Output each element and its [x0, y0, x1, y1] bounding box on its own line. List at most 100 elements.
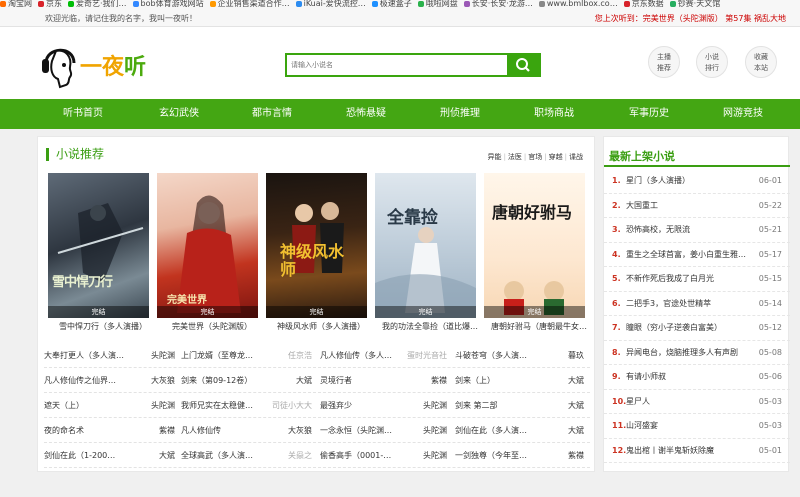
book-title[interactable]: 神级风水师（多人演播）: [266, 321, 376, 332]
latest-item-title[interactable]: 恐怖高校，无限流: [626, 218, 750, 242]
book-title[interactable]: 唐朝好驸马（唐朝最牛女…: [484, 321, 594, 332]
list-book-title[interactable]: 一剑独尊（今年至…: [455, 443, 545, 468]
list-book-title[interactable]: 凡人修仙传: [181, 418, 276, 443]
nav-zhichang[interactable]: 职场商战: [534, 99, 574, 129]
list-book-title[interactable]: 我师兄实在太稳健…: [181, 393, 276, 418]
latest-item-title[interactable]: 大国重工: [626, 194, 750, 218]
latest-item-title[interactable]: 二把手3，官途处世精萃: [626, 292, 750, 316]
list-book-title[interactable]: 全球高武（多人演…: [181, 443, 276, 468]
bookmark-item[interactable]: bob体育游戏网站: [132, 0, 204, 8]
list-book-author[interactable]: 头陀渊: [423, 443, 447, 468]
nav-dushi[interactable]: 都市言情: [252, 99, 292, 129]
list-book-title[interactable]: 夜的命名术: [44, 418, 132, 443]
search-button[interactable]: [507, 55, 539, 75]
list-book-author[interactable]: 大灰狼: [288, 418, 312, 443]
list-book-title[interactable]: 遮天（上）: [44, 393, 132, 418]
list-book-title[interactable]: 剑来 第二部: [455, 393, 545, 418]
list-book-author[interactable]: 大灰狼: [151, 368, 175, 393]
list-book-title[interactable]: 剑仙在此（1-200…: [44, 443, 132, 468]
latest-item-title[interactable]: 星门（多人演播）: [626, 169, 750, 193]
latest-item[interactable]: 8. 异闻电台，烧脑推理多人有声剧 05-08: [604, 341, 790, 365]
latest-item[interactable]: 5. 不新作死后我成了白月光 05-15: [604, 267, 790, 292]
last-episode[interactable]: 第57集: [725, 14, 751, 23]
list-book-title[interactable]: 凡人修仙传（多人…: [320, 343, 408, 368]
book-title[interactable]: 完美世界（头陀渊版）: [157, 321, 267, 332]
latest-item-title[interactable]: 不新作死后我成了白月光: [626, 267, 750, 291]
list-book-title[interactable]: 凡人修仙传之仙界…: [44, 368, 132, 393]
list-book-author[interactable]: 关赑之: [288, 443, 312, 468]
latest-item[interactable]: 12. 鬼出棺丨谢半鬼斩妖除魔 05-01: [604, 439, 790, 463]
book-cover[interactable]: 全靠捡 完结: [375, 173, 476, 318]
cat-link[interactable]: 法医: [508, 153, 522, 161]
latest-item-title[interactable]: 有请小师叔: [626, 365, 750, 389]
latest-item-title[interactable]: 星尸人: [626, 390, 750, 414]
latest-item-title[interactable]: 异闻电台，烧脑推理多人有声剧: [626, 341, 750, 365]
book-cover[interactable]: 唐朝好驸马 完结: [484, 173, 585, 318]
latest-item-title[interactable]: 瞳眼（穷小子逆袭白富美）: [626, 316, 750, 340]
nav-wangyou[interactable]: 网游竞技: [723, 99, 763, 129]
list-book-author[interactable]: 头陀渊: [423, 393, 447, 418]
bookmark-item[interactable]: 爱奇艺·我们…: [68, 0, 127, 8]
list-book-author[interactable]: 大斌: [296, 368, 312, 393]
list-book-title[interactable]: 剑仙在此（多人演…: [455, 418, 545, 443]
book-cover[interactable]: 完美世界 完结: [157, 173, 258, 318]
latest-item[interactable]: 7. 瞳眼（穷小子逆袭白富美） 05-12: [604, 316, 790, 341]
latest-item[interactable]: 11. 山河盛宴 05-03: [604, 414, 790, 439]
last-title[interactable]: 祸乱大地: [754, 14, 786, 23]
latest-item[interactable]: 3. 恐怖高校，无限流 05-21: [604, 218, 790, 243]
site-logo[interactable]: 一夜听: [40, 39, 170, 91]
list-book-title[interactable]: 灵境行者: [320, 368, 408, 393]
list-book-title[interactable]: 最强弃少: [320, 393, 408, 418]
list-book-author[interactable]: 大斌: [568, 393, 584, 418]
latest-item[interactable]: 9. 有请小师叔 05-06: [604, 365, 790, 390]
latest-item-title[interactable]: 重生之全球首富，姜小白重生雅…: [626, 243, 750, 267]
latest-item[interactable]: 6. 二把手3，官途处世精萃 05-14: [604, 292, 790, 316]
novel-ranking-button[interactable]: 小说 排行: [696, 46, 728, 78]
book-cover[interactable]: 雪中悍刀行 完结: [48, 173, 149, 318]
cat-link[interactable]: 异能: [488, 153, 502, 161]
list-book-author[interactable]: 大斌: [159, 443, 175, 468]
list-book-author[interactable]: 头陀渊: [423, 418, 447, 443]
nav-xuanhuan[interactable]: 玄幻武侠: [159, 99, 199, 129]
latest-item[interactable]: 1. 星门（多人演播） 06-01: [604, 169, 790, 194]
bookmark-site-button[interactable]: 收藏 本站: [745, 46, 777, 78]
bookmark-item[interactable]: iKuai-爱快流控…: [295, 0, 366, 8]
nav-xingzhen[interactable]: 刑侦推理: [440, 99, 480, 129]
list-book-author[interactable]: 任京浩: [288, 343, 312, 368]
list-book-title[interactable]: 一念永恒（头陀渊…: [320, 418, 408, 443]
search-input[interactable]: [287, 55, 509, 75]
list-book-title[interactable]: 上门龙婿（至尊龙…: [181, 343, 276, 368]
anchor-recommend-button[interactable]: 主播 推荐: [648, 46, 680, 78]
list-book-title[interactable]: 剑来（上）: [455, 368, 545, 393]
last-listened[interactable]: 您上次听到：完美世界（头陀渊版） 第57集 祸乱大地: [595, 10, 786, 27]
latest-item-title[interactable]: 山河盛宴: [626, 414, 750, 438]
list-book-author[interactable]: 暮玖: [568, 343, 584, 368]
list-book-author[interactable]: 司徒小大大: [272, 393, 312, 418]
latest-item[interactable]: 2. 大国重工 05-22: [604, 194, 790, 218]
list-book-title[interactable]: 偷香高手（0001-…: [320, 443, 408, 468]
list-book-title[interactable]: 斗破苍穹（多人演…: [455, 343, 545, 368]
nav-junshi[interactable]: 军事历史: [629, 99, 669, 129]
cat-link[interactable]: 官场: [528, 153, 542, 161]
nav-kongbu[interactable]: 恐怖悬疑: [346, 99, 386, 129]
nav-home[interactable]: 听书首页: [63, 99, 103, 129]
bookmark-item[interactable]: 京东: [38, 0, 62, 8]
bookmark-item[interactable]: 钞赛·天文馆: [669, 0, 720, 8]
latest-item[interactable]: 10. 星尸人 05-03: [604, 390, 790, 414]
list-book-author[interactable]: 大斌: [568, 418, 584, 443]
book-title[interactable]: 雪中悍刀行（多人演播）: [48, 321, 158, 332]
list-book-author[interactable]: 头陀渊: [151, 393, 175, 418]
bookmark-item[interactable]: 企业销售渠道合作…: [209, 0, 290, 8]
bookmark-item[interactable]: 京东数据: [623, 0, 664, 8]
list-book-author[interactable]: 头陀渊: [151, 343, 175, 368]
latest-item-title[interactable]: 鬼出棺丨谢半鬼斩妖除魔: [626, 439, 750, 463]
cat-link[interactable]: 谍战: [569, 153, 583, 161]
cat-link[interactable]: 穿越: [549, 153, 563, 161]
bookmark-item[interactable]: 长安·长安·龙游…: [463, 0, 533, 8]
bookmark-item[interactable]: 极速盒子: [371, 0, 412, 8]
list-book-author[interactable]: 紫襟: [431, 368, 447, 393]
book-cover[interactable]: 神级风水师 完结: [266, 173, 367, 318]
list-book-author[interactable]: 大斌: [568, 368, 584, 393]
bookmark-item[interactable]: www.bmlbox.co…: [538, 0, 618, 8]
latest-item[interactable]: 4. 重生之全球首富，姜小白重生雅… 05-17: [604, 243, 790, 267]
